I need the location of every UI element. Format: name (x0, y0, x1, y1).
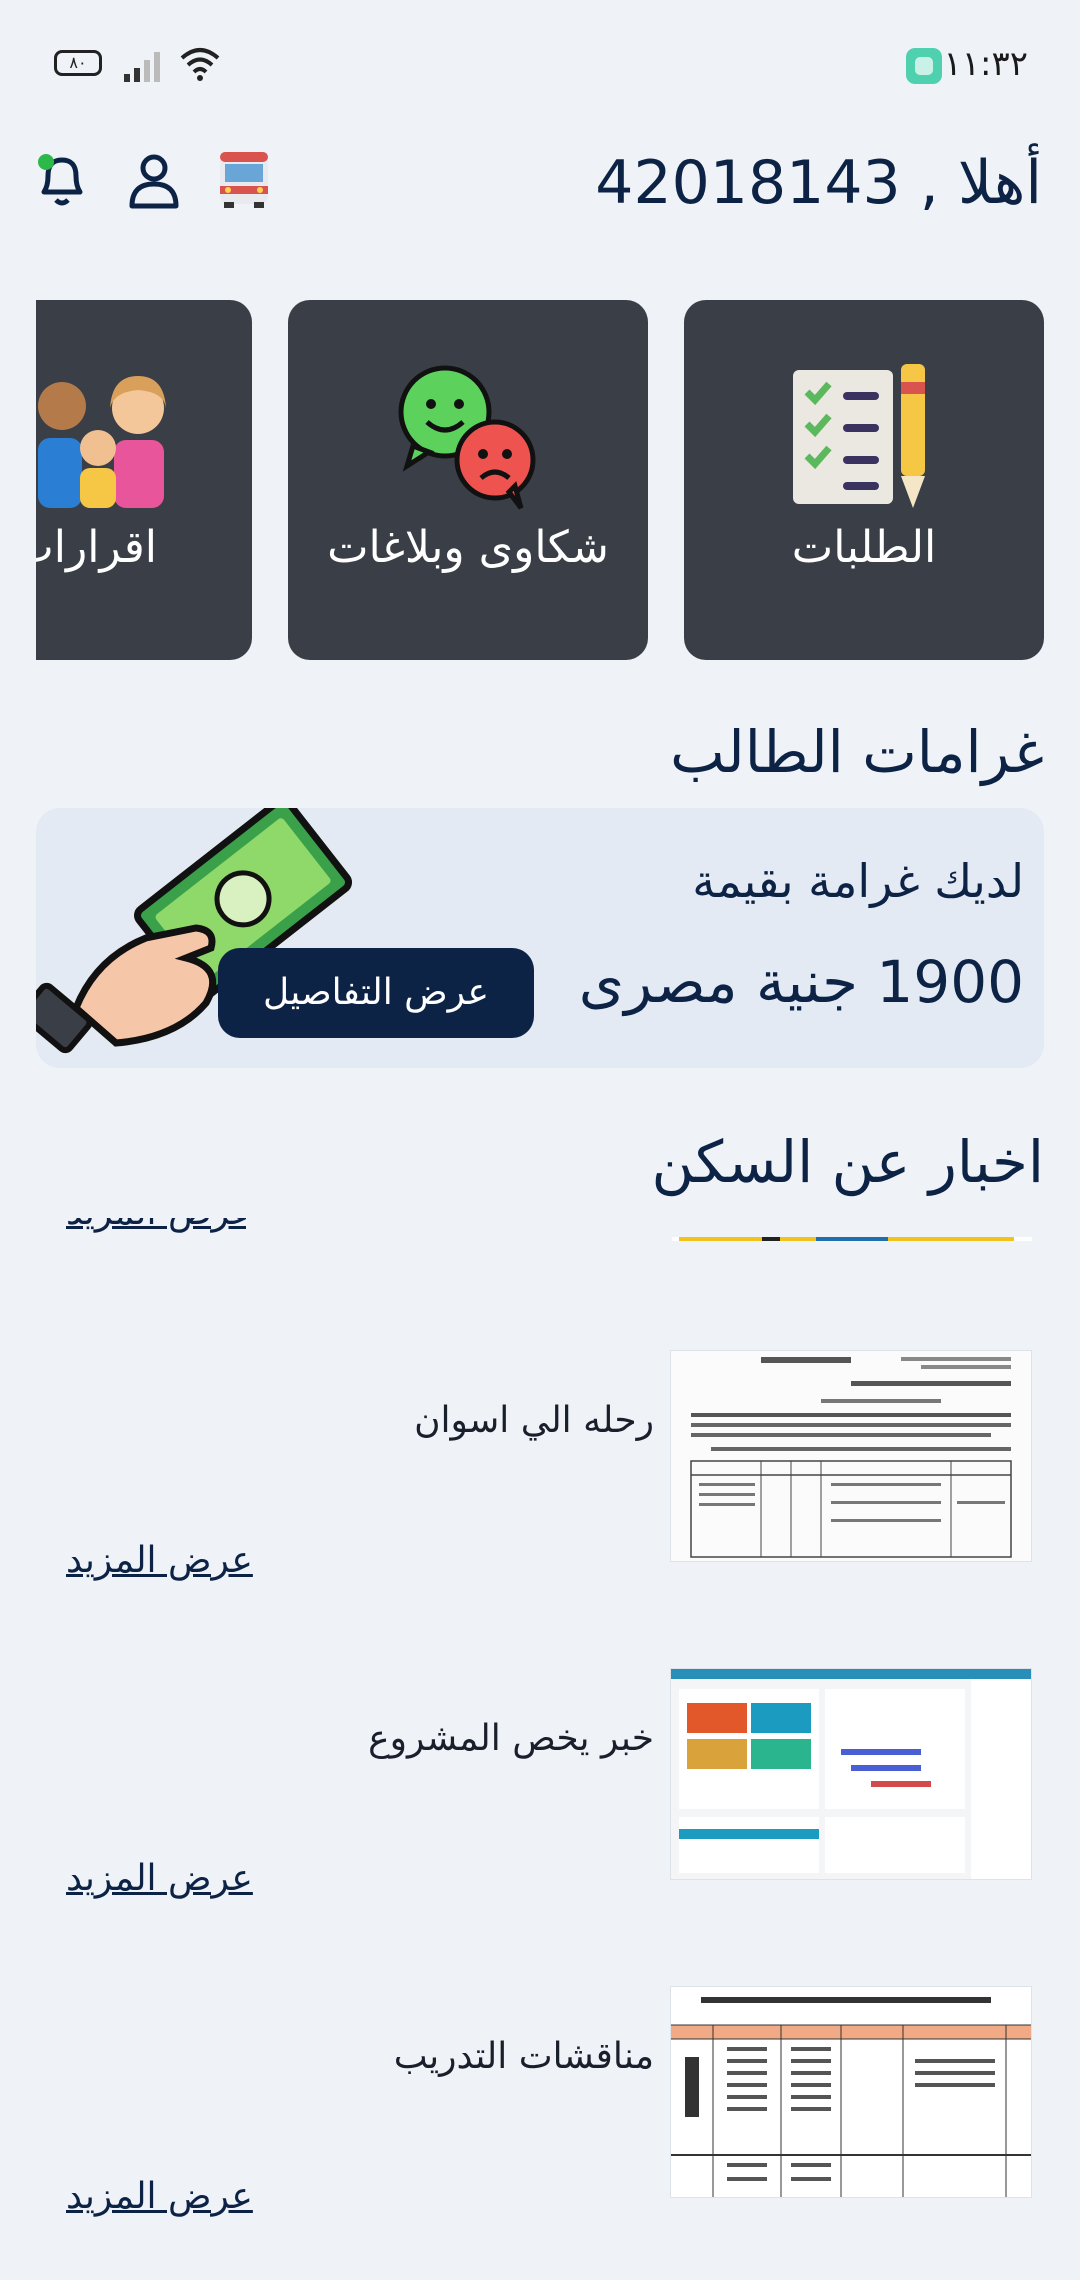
document-thumbnail (671, 1351, 1031, 1561)
news-item[interactable]: مناقشات التدريب عرض المزيد (36, 1986, 1044, 2217)
table-thumbnail (671, 1987, 1031, 2197)
battery-level: ٨٠ (69, 53, 87, 72)
status-time: ١١:٣٢ (943, 44, 1028, 84)
news-title: رحله الي اسوان (414, 1400, 654, 1441)
battery-icon: ٨٠ (54, 50, 102, 76)
status-bar: ٨٠ ١١:٣٢ (0, 0, 1080, 130)
signal-icon (124, 52, 160, 82)
service-card-complaints[interactable]: شكاوى وبلاغات (288, 300, 648, 660)
service-card-requests[interactable]: الطلبات (684, 300, 1044, 660)
checklist-pencil-icon (793, 364, 925, 508)
fine-details-button[interactable]: عرض التفاصيل (218, 948, 534, 1038)
chat-faces-icon (398, 365, 536, 510)
news-more-link[interactable]: عرض المزيد (66, 1858, 253, 1899)
service-label: اقرارات ولي (36, 522, 157, 573)
news-title: خبر يخص المشروع (368, 1718, 654, 1759)
service-card-declarations[interactable]: اقرارات ولي (36, 300, 252, 660)
app-header: أهلا , 42018143 (0, 130, 1080, 250)
wifi-icon (180, 48, 220, 81)
news-item[interactable]: رحله الي اسوان عرض المزيد (36, 1350, 1044, 1581)
fine-amount: 1900 جنية مصرى (578, 948, 1024, 1016)
notification-bell-icon[interactable] (30, 148, 94, 212)
fine-text: لديك غرامة بقيمة (692, 854, 1024, 908)
greeting-text: أهلا , 42018143 (595, 148, 1042, 218)
app-notification-icon (906, 48, 942, 84)
fines-section-title: غرامات الطالب (670, 718, 1044, 786)
news-more-link-partial[interactable]: عرض المزيد (66, 1218, 246, 1240)
family-icon (38, 376, 166, 508)
dashboard-thumbnail (671, 1669, 1031, 1879)
news-thumbnail (670, 1350, 1032, 1562)
news-section-title: اخبار عن السكن (651, 1128, 1045, 1196)
fine-card: لديك غرامة بقيمة 1900 جنية مصرى عرض التف… (36, 808, 1044, 1068)
news-more-link[interactable]: عرض المزيد (66, 2176, 253, 2217)
services-carousel[interactable]: الطلبات شكاوى وبلاغات اقرارات ولي (36, 300, 1044, 660)
bus-icon[interactable] (212, 148, 276, 212)
news-title: مناقشات التدريب (393, 2036, 654, 2077)
service-label: شكاوى وبلاغات (327, 522, 609, 573)
news-thumbnail (670, 1668, 1032, 1880)
profile-icon[interactable] (122, 148, 186, 212)
news-more-link[interactable]: عرض المزيد (66, 1540, 253, 1581)
news-thumbnail (670, 1986, 1032, 2198)
news-thumbnail-partial (672, 1237, 1032, 1241)
news-item[interactable]: خبر يخص المشروع عرض المزيد (36, 1668, 1044, 1899)
service-label: الطلبات (791, 522, 937, 573)
